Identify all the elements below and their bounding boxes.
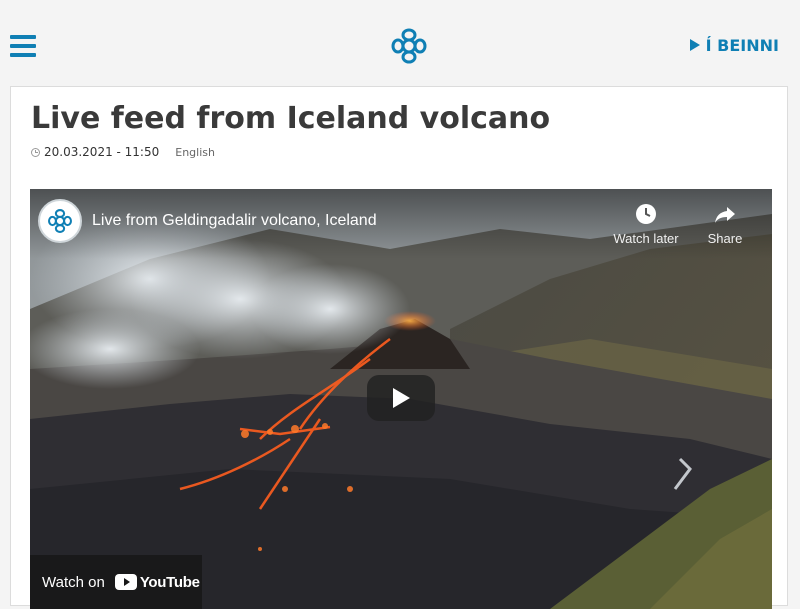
play-button[interactable] xyxy=(367,375,435,421)
video-title[interactable]: Live from Geldingadalir volcano, Iceland xyxy=(92,212,377,230)
article-date: 20.03.2021 - 11:50 xyxy=(44,145,160,159)
clock-icon xyxy=(636,204,656,224)
play-triangle-icon xyxy=(689,39,700,51)
share-label: Share xyxy=(707,231,743,246)
share-button[interactable]: Share xyxy=(685,203,765,246)
live-link-label: Í BEINNI xyxy=(705,35,779,55)
youtube-label: YouTube xyxy=(139,573,200,591)
site-logo[interactable] xyxy=(390,27,428,65)
youtube-play-icon xyxy=(114,574,137,590)
live-broadcast-link[interactable]: Í BEINNI xyxy=(689,34,779,56)
watch-later-button[interactable]: Watch later xyxy=(606,203,686,246)
video-player[interactable]: Live from Geldingadalir volcano, Iceland… xyxy=(30,189,772,609)
watch-on-youtube-button[interactable]: Watch on YouTube xyxy=(30,555,202,609)
share-arrow-icon xyxy=(715,207,735,223)
watch-later-label: Watch later xyxy=(613,231,679,246)
channel-avatar[interactable] xyxy=(38,199,82,243)
article-language[interactable]: English xyxy=(175,146,215,159)
site-header: Í BEINNI xyxy=(0,0,800,86)
article-meta: 20.03.2021 - 11:50 English xyxy=(31,145,215,159)
play-icon xyxy=(393,388,410,408)
article-title: Live feed from Iceland volcano xyxy=(31,101,551,136)
article-card: Live feed from Iceland volcano 20.03.202… xyxy=(10,86,788,609)
ruv-logo-icon xyxy=(391,28,427,64)
clock-icon xyxy=(31,147,40,157)
youtube-logo: YouTube xyxy=(114,573,200,591)
hamburger-menu-icon[interactable] xyxy=(10,35,36,57)
watch-on-label: Watch on xyxy=(42,573,105,591)
ruv-logo-icon xyxy=(48,209,72,233)
